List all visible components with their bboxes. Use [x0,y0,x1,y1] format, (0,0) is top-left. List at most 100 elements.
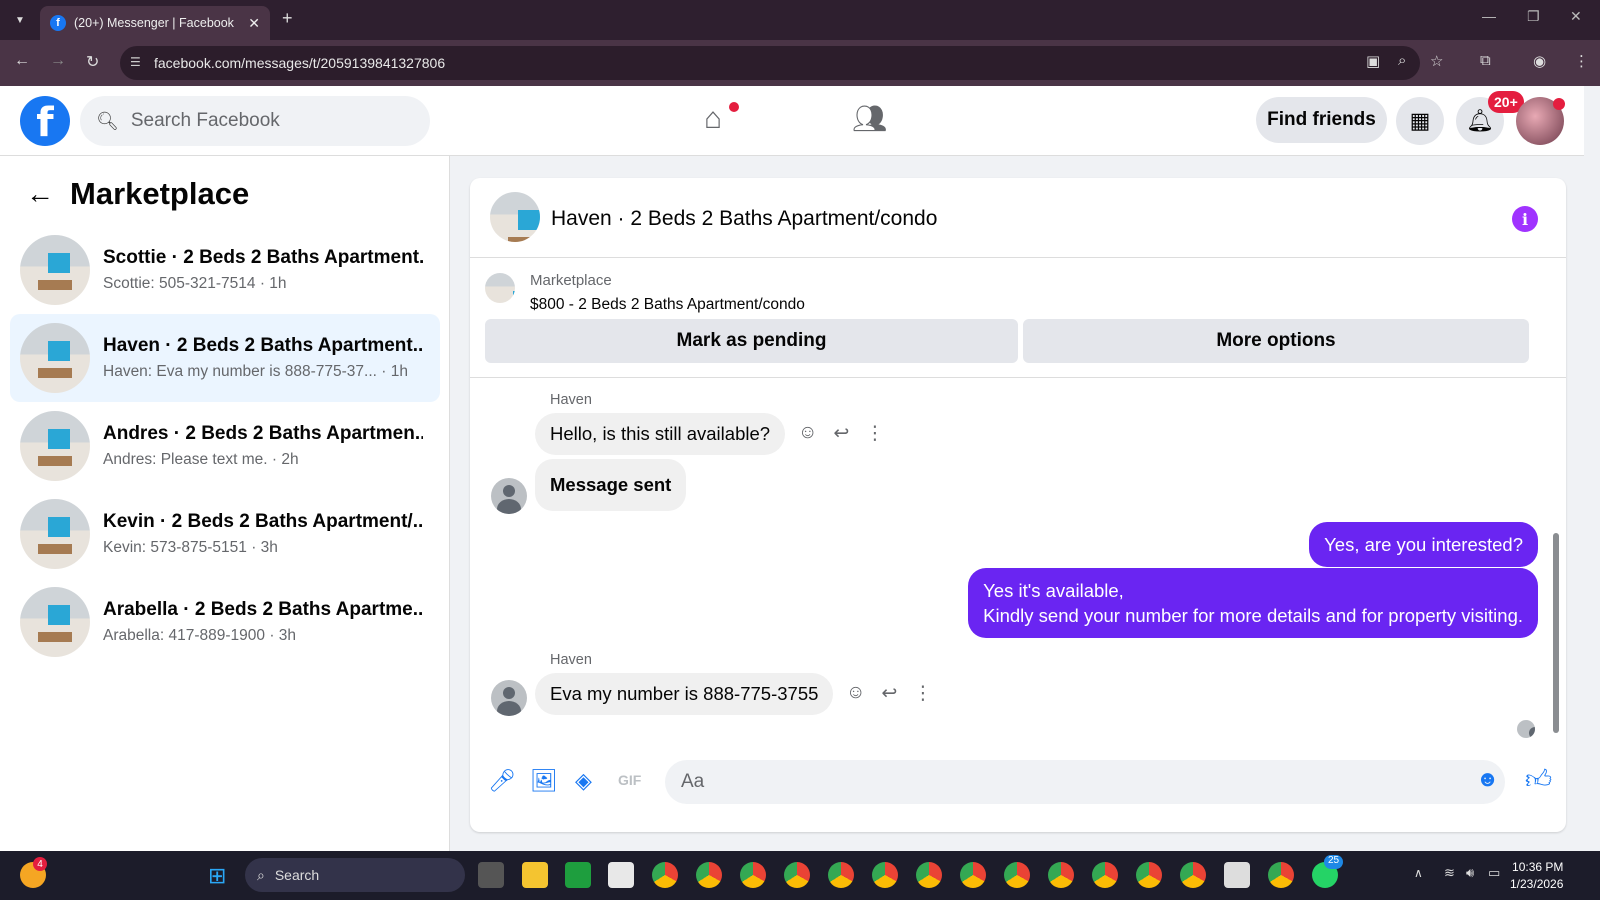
menu-kebab-icon[interactable]: ⋮ [1574,52,1589,70]
outgoing-message[interactable]: Yes, are you interested? [1309,522,1538,567]
incoming-message[interactable]: Hello, is this still available? [535,413,786,455]
extensions-icon[interactable]: ⧉ [1480,52,1491,69]
like-thumb-icon[interactable]: 👍︎ [1525,764,1552,795]
conversation-name: Haven · 2 Beds 2 Baths Apartment... [103,335,423,356]
bookmark-star-icon[interactable]: ☆ [1430,52,1443,70]
start-windows-icon[interactable]: ⊞ [208,863,226,889]
conversation-item[interactable]: Arabella · 2 Beds 2 Baths Apartme... Ara… [10,578,440,666]
seen-avatar [1517,720,1535,738]
conversation-item-active[interactable]: Haven · 2 Beds 2 Baths Apartment... Have… [10,314,440,402]
emoji-icon[interactable]: ☻ [1476,766,1499,792]
site-info-icon[interactable]: ☰ [130,55,141,69]
outgoing-message[interactable]: Yes it's available, Kindly send your num… [968,568,1538,638]
new-tab-icon[interactable]: + [282,8,293,29]
forward-icon[interactable]: → [50,52,66,70]
scrollbar-thumb[interactable] [1553,533,1559,733]
reply-icon[interactable]: ↩ [881,682,897,705]
back-arrow-icon[interactable]: ← [26,178,54,210]
menu-grid-icon[interactable]: ▦ [1396,97,1444,145]
react-emoji-icon[interactable]: ☺ [798,422,817,445]
show-hidden-icons-icon[interactable]: ∧ [1414,866,1423,880]
profile-icon[interactable]: ◉ [1533,52,1546,70]
more-kebab-icon[interactable]: ⋮ [865,422,884,445]
spreadsheet-app-icon[interactable] [565,862,591,888]
store-icon[interactable] [608,862,634,888]
chrome-icon[interactable] [828,862,854,888]
listing-price-title[interactable]: $800 - 2 Beds 2 Baths Apartment/condo [530,296,805,314]
find-friends-button[interactable]: Find friends [1256,97,1387,143]
more-options-button[interactable]: More options [1023,319,1529,363]
chrome-icon[interactable] [916,862,942,888]
address-bar[interactable]: ☰ facebook.com/messages/t/20591398413278… [120,46,1420,80]
taskbar-search[interactable]: ⌕ Search [245,858,465,892]
address-toolbar: ← → ↻ ☰ facebook.com/messages/t/20591398… [0,40,1600,86]
reload-icon[interactable]: ↻ [86,52,99,72]
restore-icon[interactable]: ❐ [1527,8,1540,25]
search-input[interactable]: 🔍︎ Search Facebook [80,96,430,146]
sender-avatar[interactable] [491,680,527,716]
wifi-icon[interactable]: ≋ [1444,865,1455,881]
home-icon[interactable]: ⌂ [704,102,722,136]
browser-tab[interactable]: f (20+) Messenger | Facebook ✕ [40,6,270,40]
chrome-icon[interactable] [696,862,722,888]
search-placeholder: Search Facebook [130,110,280,131]
chrome-icon[interactable] [1048,862,1074,888]
url-text: facebook.com/messages/t/2059139841327806 [154,55,446,71]
close-window-icon[interactable]: ✕ [1570,8,1582,25]
incoming-message[interactable]: Message sent [535,459,687,511]
info-icon[interactable]: i [1512,206,1538,232]
chrome-icon[interactable] [740,862,766,888]
listing-thumbnail [20,323,90,393]
chrome-icon[interactable] [1268,862,1294,888]
incoming-message[interactable]: Eva my number is 888-775-3755 [535,673,834,715]
chat-panel: Haven · 2 Beds 2 Baths Apartment/condo i… [470,178,1566,832]
back-icon[interactable]: ← [14,52,30,70]
task-view-icon[interactable] [478,862,504,888]
gif-icon[interactable]: GIF [618,772,641,788]
chrome-icon[interactable] [872,862,898,888]
message-input[interactable]: Aa [665,760,1505,804]
sticker-icon[interactable]: ◈ [575,768,592,794]
reply-icon[interactable]: ↩ [833,422,849,445]
chat-title[interactable]: Haven · 2 Beds 2 Baths Apartment/condo [551,207,937,231]
react-emoji-icon[interactable]: ☺ [846,682,865,705]
message-actions: ☺ ↩ ⋮ [846,682,932,705]
more-kebab-icon[interactable]: ⋮ [913,682,932,705]
zoom-icon[interactable]: ⌕ [1398,52,1406,69]
chrome-icon[interactable] [960,862,986,888]
chrome-icon[interactable] [652,862,678,888]
chrome-icon[interactable] [1004,862,1030,888]
outgoing-message-line: Yes it's available, [983,580,1124,601]
photo-icon[interactable]: 🖼︎ [530,768,558,794]
minimize-icon[interactable]: — [1482,8,1496,24]
conversation-preview: Andres: Please text me. · 2h [103,451,299,468]
file-explorer-icon[interactable] [522,862,548,888]
chrome-icon[interactable] [1136,862,1162,888]
snipping-tool-icon[interactable] [1224,862,1250,888]
sender-name: Haven [550,392,592,408]
mark-as-pending-button[interactable]: Mark as pending [485,319,1018,363]
friends-icon[interactable]: 👥︎ [852,102,888,135]
system-clock[interactable]: 10:36 PM 1/23/2026 [1510,859,1563,893]
conversation-item[interactable]: Kevin · 2 Beds 2 Baths Apartment/... Kev… [10,490,440,578]
sender-avatar[interactable] [491,478,527,514]
conversation-item[interactable]: Scottie · 2 Beds 2 Baths Apartment... Sc… [10,226,440,314]
install-app-icon[interactable]: ▣ [1366,52,1380,70]
close-tab-icon[interactable]: ✕ [248,15,260,32]
battery-icon[interactable]: ▭ [1488,865,1500,881]
microphone-icon[interactable]: 🎤︎ [488,768,516,794]
message-composer: 🎤︎ 🖼︎ ◈ GIF Aa ☻ 👍︎ [470,748,1566,832]
conversation-name: Andres · 2 Beds 2 Baths Apartmen... [103,423,423,444]
tab-title: (20+) Messenger | Facebook [74,16,234,30]
chrome-icon[interactable] [784,862,810,888]
volume-icon[interactable]: 🔊︎ [1466,865,1474,881]
chrome-icon[interactable] [1092,862,1118,888]
tab-search-icon[interactable]: ▼ [10,10,30,30]
chrome-icon[interactable] [1180,862,1206,888]
conversation-item[interactable]: Andres · 2 Beds 2 Baths Apartmen... Andr… [10,402,440,490]
facebook-logo-icon[interactable]: f [20,96,70,146]
conversation-name: Kevin · 2 Beds 2 Baths Apartment/... [103,511,423,532]
whatsapp-badge: 25 [1324,855,1344,869]
chat-listing-thumbnail[interactable] [490,192,540,242]
chat-scrollbar[interactable] [1551,388,1561,768]
